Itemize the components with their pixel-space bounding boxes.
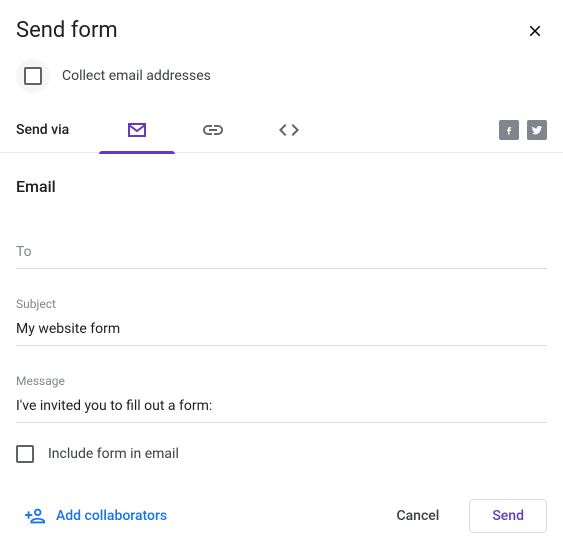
- mail-icon: [125, 118, 149, 142]
- dialog-footer: Add collaborators Cancel Send: [0, 463, 563, 549]
- include-label: Include form in email: [48, 446, 179, 462]
- collect-label: Collect email addresses: [62, 68, 211, 84]
- dialog-header: Send form: [0, 0, 563, 51]
- send-form-dialog: Send form Collect email addresses Send v…: [0, 0, 563, 549]
- twitter-button[interactable]: [527, 120, 547, 140]
- to-input[interactable]: [16, 238, 547, 269]
- to-field: [0, 238, 563, 269]
- subject-field: Subject: [0, 297, 563, 346]
- add-collaborators-button[interactable]: Add collaborators: [16, 499, 175, 533]
- code-icon: [277, 118, 301, 142]
- send-via-row: Send via: [0, 107, 563, 153]
- message-field: Message: [0, 374, 563, 423]
- person-add-icon: [24, 505, 46, 527]
- social-share: [499, 120, 547, 140]
- send-via-label: Send via: [16, 122, 69, 138]
- collect-checkbox[interactable]: [24, 67, 42, 85]
- include-checkbox[interactable]: [16, 445, 34, 463]
- tab-link[interactable]: [175, 107, 251, 153]
- facebook-icon: [503, 124, 515, 136]
- message-input[interactable]: [16, 392, 547, 423]
- include-row: Include form in email: [0, 423, 563, 463]
- subject-input[interactable]: [16, 315, 547, 346]
- tab-embed[interactable]: [251, 107, 327, 153]
- message-label: Message: [16, 374, 547, 388]
- close-button[interactable]: [523, 19, 547, 43]
- add-collaborators-label: Add collaborators: [56, 508, 167, 524]
- collect-email-row: Collect email addresses: [0, 51, 563, 107]
- subject-label: Subject: [16, 297, 547, 311]
- dialog-title: Send form: [16, 18, 118, 43]
- facebook-button[interactable]: [499, 120, 519, 140]
- link-icon: [201, 118, 225, 142]
- twitter-icon: [531, 124, 543, 136]
- cancel-button[interactable]: Cancel: [374, 500, 461, 532]
- send-button[interactable]: Send: [469, 499, 547, 533]
- close-icon: [526, 22, 544, 40]
- email-section-title: Email: [0, 153, 563, 202]
- tab-email[interactable]: [99, 107, 175, 153]
- collect-checkbox-wrapper: [16, 59, 50, 93]
- footer-actions: Cancel Send: [374, 499, 547, 533]
